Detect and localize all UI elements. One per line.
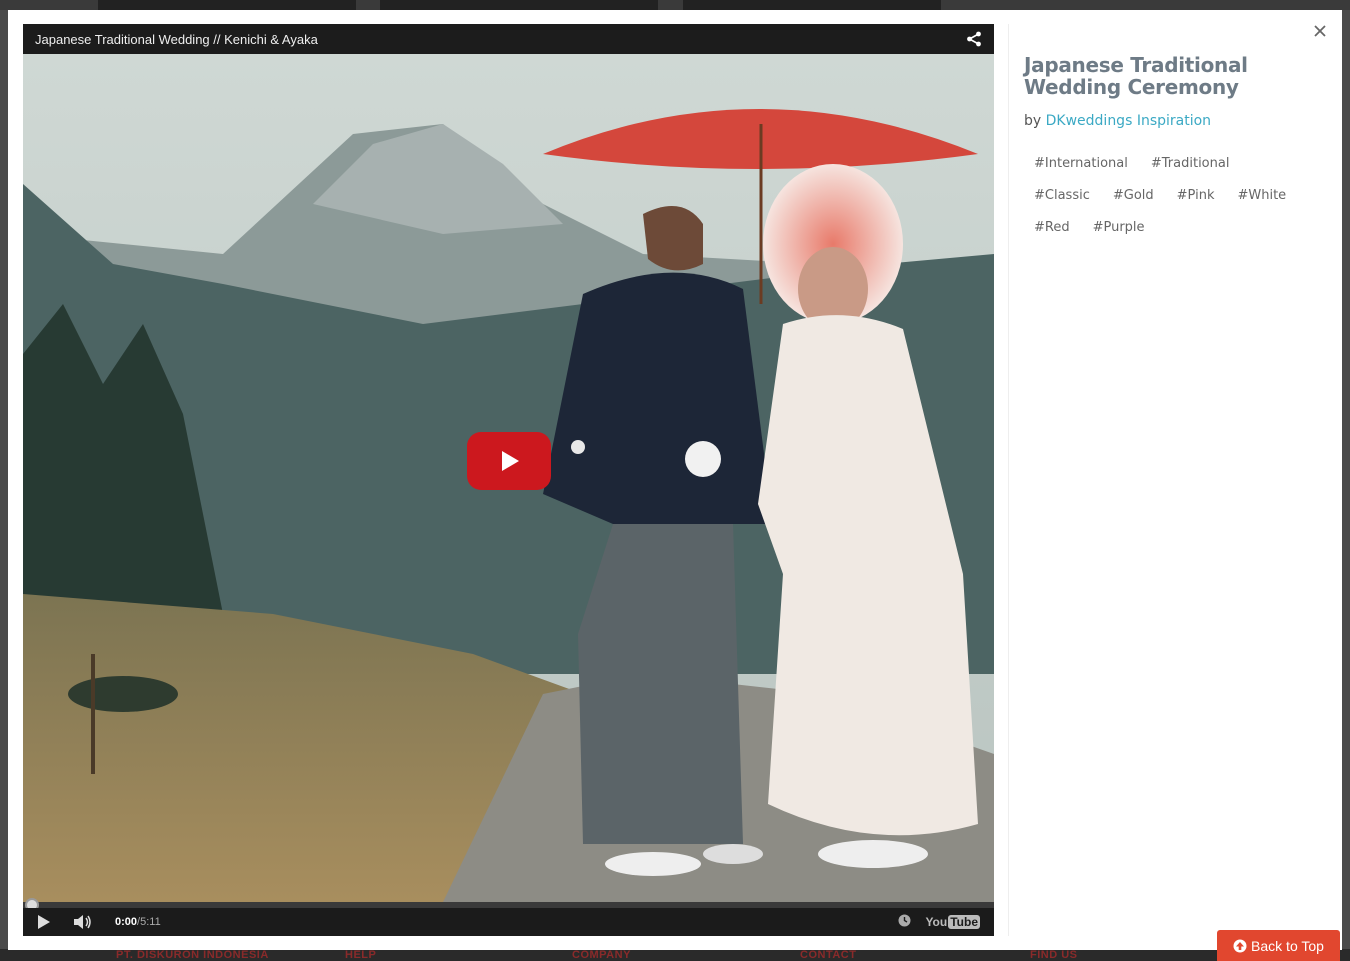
youtube-logo-you: You	[925, 915, 948, 929]
tag-red[interactable]: #Red	[1024, 213, 1080, 242]
close-button[interactable]	[1311, 22, 1329, 40]
watch-later-button[interactable]	[898, 914, 911, 930]
tag-international[interactable]: #International	[1024, 149, 1138, 178]
close-icon	[1314, 25, 1326, 37]
lightbox-modal: Japanese Traditional Wedding // Kenichi …	[8, 10, 1342, 950]
footer-item: CONTACT	[800, 949, 857, 961]
author-link[interactable]: DKweddings Inspiration	[1046, 113, 1211, 129]
backdrop-thumbnail	[98, 0, 356, 10]
volume-button[interactable]	[73, 914, 93, 930]
volume-icon	[74, 915, 91, 929]
duration: 5:11	[140, 916, 161, 928]
youtube-logo[interactable]: You Tube	[925, 915, 980, 929]
video-player[interactable]: Japanese Traditional Wedding // Kenichi …	[23, 24, 994, 936]
play-overlay-button[interactable]	[467, 432, 551, 490]
footer-item: FIND US	[1030, 949, 1078, 961]
footer-item: COMPANY	[572, 949, 631, 961]
post-title: Japanese Traditional Wedding Ceremony	[1024, 53, 1248, 99]
time-display: 0:00 / 5:11	[115, 916, 161, 928]
play-icon	[502, 451, 519, 471]
byline: by DKweddings Inspiration	[1024, 113, 1324, 129]
backdrop-thumbnail	[380, 0, 658, 10]
footer-item: HELP	[345, 949, 377, 961]
tag-white[interactable]: #White	[1227, 181, 1296, 210]
play-icon	[38, 915, 50, 929]
byline-prefix: by	[1024, 113, 1046, 129]
tag-gold[interactable]: #Gold	[1103, 181, 1164, 210]
clock-icon	[898, 914, 911, 927]
backdrop-footer: PT. DISKURON INDONESIA HELP COMPANY CONT…	[0, 949, 1350, 961]
tag-purple[interactable]: #Purple	[1083, 213, 1155, 242]
tag-pink[interactable]: #Pink	[1167, 181, 1225, 210]
video-title[interactable]: Japanese Traditional Wedding // Kenichi …	[35, 32, 318, 47]
current-time: 0:00	[115, 916, 138, 928]
footer-item: PT. DISKURON INDONESIA	[116, 949, 269, 961]
player-controls: 0:00 / 5:11 You Tube	[23, 908, 994, 936]
back-to-top-label: Back to Top	[1251, 937, 1324, 954]
tag-list: #International #Traditional #Classic #Go…	[1024, 149, 1314, 245]
backdrop-thumbnail	[683, 0, 941, 10]
back-to-top-button[interactable]: Back to Top	[1217, 930, 1340, 961]
youtube-logo-tube: Tube	[948, 915, 980, 929]
info-panel: Japanese Traditional Wedding Ceremony by…	[1024, 54, 1324, 245]
play-button[interactable]	[37, 914, 51, 930]
panel-divider	[1008, 24, 1009, 936]
share-icon[interactable]	[966, 31, 982, 47]
tag-traditional[interactable]: #Traditional	[1141, 149, 1240, 178]
tag-classic[interactable]: #Classic	[1024, 181, 1100, 210]
video-title-bar: Japanese Traditional Wedding // Kenichi …	[23, 24, 994, 54]
backdrop-top-strip	[0, 0, 1350, 10]
arrow-up-circle-icon	[1233, 939, 1247, 952]
